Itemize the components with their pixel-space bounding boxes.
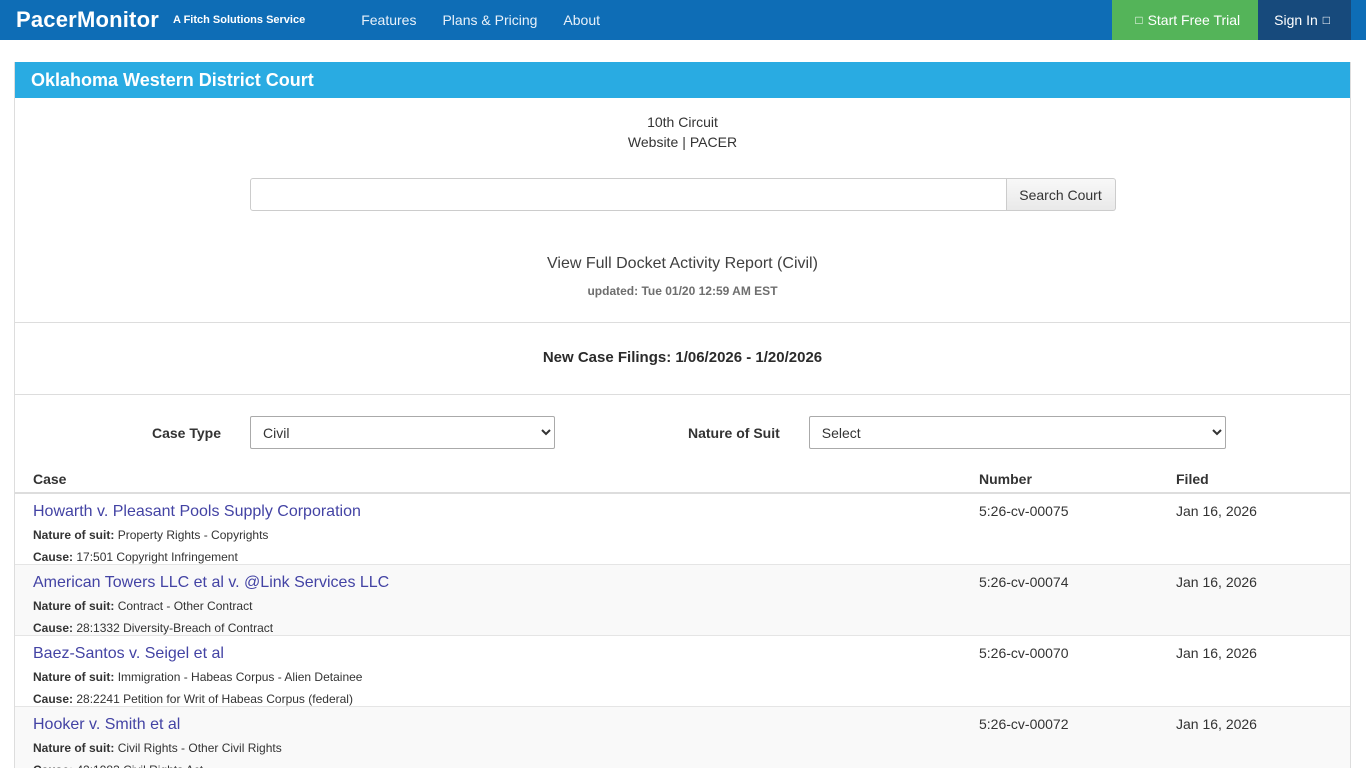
case-cell: Howarth v. Pleasant Pools Supply Corpora… (33, 503, 979, 572)
brand-logo[interactable]: PacerMonitor (16, 7, 159, 33)
case-table: Case Number Filed Howarth v. Pleasant Po… (15, 466, 1350, 768)
cause-value: 42:1983 Civil Rights Act (76, 763, 203, 768)
nav-links: Features Plans & Pricing About (361, 12, 600, 28)
sign-in-button[interactable]: Sign In □ (1258, 0, 1351, 40)
case-number: 5:26-cv-00070 (979, 645, 1069, 661)
nature-value: Civil Rights - Other Civil Rights (117, 741, 282, 755)
court-search-input[interactable] (249, 178, 1007, 211)
new-case-filings-heading: New Case Filings: 1/06/2026 - 1/20/2026 (542, 349, 823, 366)
pacer-link[interactable]: PACER (690, 134, 737, 150)
court-title-banner: Oklahoma Western District Court (15, 62, 1350, 98)
nature-of-suit-line: Nature of suit: Property Rights - Copyri… (33, 528, 979, 542)
case-cell: Baez-Santos v. Seigel et al Nature of su… (33, 645, 979, 714)
cause-line: Cause: 28:2241 Petition for Writ of Habe… (33, 692, 979, 706)
column-header-filed: Filed (1176, 471, 1209, 487)
filters-and-table-section: Case Type Civil Nature of Suit Select Ca… (15, 394, 1350, 768)
cause-line: Cause: 42:1983 Civil Rights Act (33, 763, 979, 768)
nature-of-suit-label: Nature of Suit (688, 424, 780, 441)
case-title-link[interactable]: Hooker v. Smith et al (33, 716, 979, 734)
filed-date: Jan 16, 2026 (1176, 574, 1257, 590)
start-free-trial-button[interactable]: □ Start Free Trial (1112, 0, 1259, 40)
cause-prefix: Cause: (33, 621, 74, 635)
nature-of-suit-line: Nature of suit: Contract - Other Contrac… (33, 599, 979, 613)
court-info-section: 10th Circuit Website | PACER Search Court … (15, 98, 1350, 322)
nav-link-pricing[interactable]: Plans & Pricing (442, 12, 537, 28)
case-number: 5:26-cv-00075 (979, 503, 1069, 519)
cause-line: Cause: 28:1332 Diversity-Breach of Contr… (33, 621, 979, 635)
nature-value: Property Rights - Copyrights (117, 528, 269, 542)
case-title-link[interactable]: Baez-Santos v. Seigel et al (33, 645, 979, 663)
sign-in-caret-icon: □ (1322, 13, 1330, 27)
case-cell: American Towers LLC et al v. @Link Servi… (33, 574, 979, 643)
case-title-link[interactable]: Howarth v. Pleasant Pools Supply Corpora… (33, 503, 979, 521)
table-row: Howarth v. Pleasant Pools Supply Corpora… (15, 494, 1350, 565)
case-cell: Hooker v. Smith et al Nature of suit: Ci… (33, 716, 979, 768)
cause-line: Cause: 17:501 Copyright Infringement (33, 550, 979, 564)
court-search-row: Search Court (15, 178, 1350, 211)
nature-prefix: Nature of suit: (33, 599, 115, 613)
brand-tagline: A Fitch Solutions Service (172, 14, 306, 26)
table-row: Baez-Santos v. Seigel et al Nature of su… (15, 636, 1350, 707)
nature-prefix: Nature of suit: (33, 741, 115, 755)
nature-of-suit-line: Nature of suit: Civil Rights - Other Civ… (33, 741, 979, 755)
case-type-label: Case Type (152, 424, 221, 441)
nature-value: Immigration - Habeas Corpus - Alien Deta… (117, 670, 363, 684)
new-case-filings-section: New Case Filings: 1/06/2026 - 1/20/2026 (15, 322, 1350, 394)
page-title: Oklahoma Western District Court (31, 69, 314, 90)
link-separator: | (682, 134, 686, 150)
court-panel: Oklahoma Western District Court 10th Cir… (14, 62, 1351, 768)
website-link[interactable]: Website (628, 134, 678, 150)
full-docket-report-link[interactable]: View Full Docket Activity Report (Civil) (15, 255, 1350, 273)
cause-value: 28:1332 Diversity-Breach of Contract (76, 621, 274, 635)
table-row: American Towers LLC et al v. @Link Servi… (15, 565, 1350, 636)
court-links: Website | PACER (15, 132, 1350, 152)
sign-in-label: Sign In (1274, 12, 1318, 28)
nav-link-about[interactable]: About (563, 12, 600, 28)
start-free-trial-label: Start Free Trial (1147, 12, 1241, 28)
cause-prefix: Cause: (33, 692, 74, 706)
case-title-link[interactable]: American Towers LLC et al v. @Link Servi… (33, 574, 979, 592)
trial-glyph-icon: □ (1135, 13, 1143, 27)
filter-row: Case Type Civil Nature of Suit Select (15, 395, 1350, 466)
case-type-select[interactable]: Civil (250, 416, 555, 449)
cause-prefix: Cause: (33, 763, 73, 768)
nature-value: Contract - Other Contract (117, 599, 253, 613)
column-header-number: Number (979, 471, 1032, 487)
table-header-row: Case Number Filed (15, 466, 1350, 494)
cause-prefix: Cause: (33, 550, 74, 564)
search-court-button[interactable]: Search Court (1006, 178, 1116, 211)
case-number: 5:26-cv-00072 (979, 716, 1069, 732)
cause-value: 28:2241 Petition for Writ of Habeas Corp… (76, 692, 353, 706)
updated-timestamp: updated: Tue 01/20 12:59 AM EST (587, 284, 778, 298)
nature-of-suit-select[interactable]: Select (808, 416, 1226, 449)
column-header-case: Case (33, 471, 67, 487)
filed-date: Jan 16, 2026 (1176, 716, 1257, 732)
nature-of-suit-line: Nature of suit: Immigration - Habeas Cor… (33, 670, 979, 684)
cause-value: 17:501 Copyright Infringement (76, 550, 238, 564)
nature-prefix: Nature of suit: (33, 528, 115, 542)
filed-date: Jan 16, 2026 (1176, 645, 1257, 661)
nav-link-features[interactable]: Features (361, 12, 416, 28)
table-row: Hooker v. Smith et al Nature of suit: Ci… (15, 707, 1350, 768)
top-navbar: PacerMonitor A Fitch Solutions Service F… (0, 0, 1366, 40)
filed-date: Jan 16, 2026 (1176, 503, 1257, 519)
nature-prefix: Nature of suit: (33, 670, 115, 684)
circuit-label: 10th Circuit (647, 114, 718, 130)
case-number: 5:26-cv-00074 (979, 574, 1069, 590)
